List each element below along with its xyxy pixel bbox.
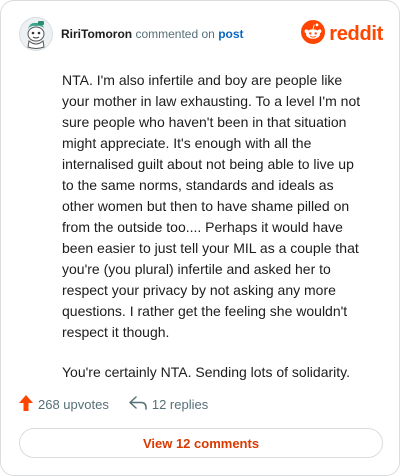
avatar[interactable]	[19, 17, 53, 51]
upvote-arrow-icon	[19, 394, 33, 414]
view-comments-button[interactable]: View 12 comments	[19, 428, 383, 458]
comment-paragraph: NTA. I'm also infertile and boy are peop…	[62, 72, 361, 340]
username[interactable]: RiriTomoron	[61, 27, 132, 41]
comment-header: RiriTomoron commented on post reddit	[19, 17, 383, 51]
reddit-snoo-icon	[301, 19, 326, 49]
comment-paragraph: You're certainly NTA. Sending lots of so…	[62, 364, 350, 380]
reply-arrow-icon	[129, 395, 147, 413]
comment-body: NTA. I'm also infertile and boy are peop…	[62, 70, 364, 402]
comment-card: RiriTomoron commented on post reddit NTA…	[0, 0, 400, 476]
upvote-button[interactable]: 268 upvotes	[19, 394, 109, 414]
byline-action: commented on	[135, 27, 215, 41]
byline: RiriTomoron commented on post	[61, 27, 244, 41]
post-link[interactable]: post	[218, 27, 243, 41]
reply-count: 12 replies	[151, 396, 209, 412]
reddit-wordmark: reddit	[329, 23, 383, 45]
comment-actions: 268 upvotes 12 replies	[19, 393, 208, 415]
reddit-logo[interactable]: reddit	[301, 19, 383, 49]
upvote-count: 268 upvotes	[38, 396, 109, 412]
reply-button[interactable]: 12 replies	[129, 395, 209, 413]
